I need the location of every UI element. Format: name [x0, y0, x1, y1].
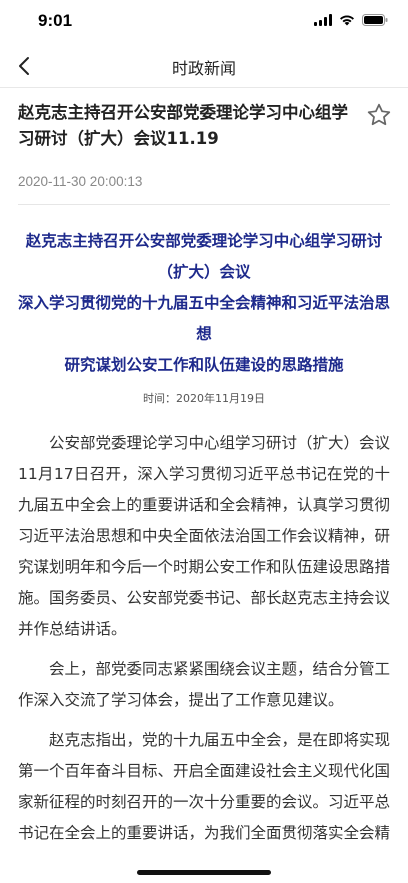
body-paragraph: 公安部党委理论学习中心组学习研讨（扩大）会议11月17日召开，深入学习贯彻习近平…: [18, 434, 391, 638]
content-headline: 赵克志主持召开公安部党委理论学习中心组学习研讨（扩大）会议 深入学习贯彻党的十九…: [18, 226, 390, 381]
article-header: 赵克志主持召开公安部党委理论学习中心组学习研讨（扩大）会议11.19 2020-…: [18, 100, 391, 189]
header-divider: [18, 204, 390, 205]
home-indicator[interactable]: [137, 870, 271, 875]
favorite-button[interactable]: [364, 100, 394, 130]
home-indicator-area: [0, 849, 408, 883]
publish-time-label: 时间：2020年11月19日: [143, 392, 265, 405]
star-outline-icon: [367, 103, 391, 126]
status-bar: 9:01: [0, 0, 408, 44]
signal-icon: [314, 14, 332, 26]
battery-icon: [362, 14, 388, 26]
status-time: 9:01: [38, 11, 73, 30]
navigation-bar: 时政新闻: [0, 44, 408, 88]
headline-line: 研究谋划公安工作和队伍建设的思路措施: [64, 356, 344, 374]
status-icons: [314, 14, 388, 26]
headline-line: 深入学习贯彻党的十九届五中全会精神和习近平法治思想: [18, 294, 391, 343]
wifi-icon: [340, 15, 354, 26]
nav-title: 时政新闻: [171, 59, 236, 78]
article-title: 赵克志主持召开公安部党委理论学习中心组学习研讨（扩大）会议11.19: [18, 103, 348, 148]
body-paragraph: 会上，部党委同志紧紧围绕会议主题，结合分管工作深入交流了学习体会，提出了工作意见…: [18, 660, 391, 709]
article-body: 公安部党委理论学习中心组学习研讨（扩大）会议11月17日召开，深入学习贯彻习近平…: [18, 428, 390, 883]
article-date: 2020-11-30 20:00:13: [18, 174, 143, 189]
headline-line: 赵克志主持召开公安部党委理论学习中心组学习研讨（扩大）会议: [25, 232, 383, 281]
